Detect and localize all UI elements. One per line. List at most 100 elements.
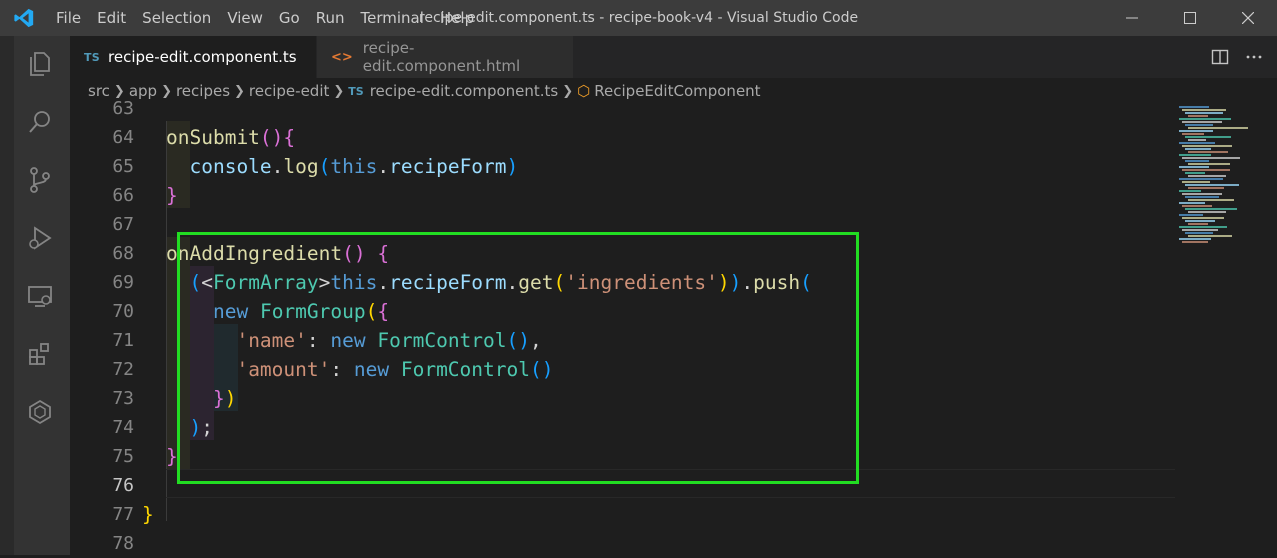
code-line-75: }: [166, 445, 178, 468]
minimap-line: [1179, 202, 1205, 204]
typescript-file-icon: TS: [348, 84, 364, 98]
minimap-line: [1185, 112, 1223, 114]
minimap-line: [1179, 238, 1211, 240]
minimize-icon: [1126, 17, 1138, 19]
minimap-line: [1182, 121, 1222, 123]
activity-bar: [0, 36, 70, 555]
chevron-right-icon: ❯: [562, 83, 574, 99]
breadcrumb-recipes[interactable]: recipes: [176, 82, 230, 100]
minimap-line: [1182, 229, 1218, 231]
minimap-line: [1182, 157, 1240, 159]
minimap-line: [1182, 133, 1204, 135]
line-number: 63: [112, 98, 134, 119]
minimap-line: [1185, 208, 1237, 210]
green-highlight-box: [177, 232, 859, 484]
line-number: 66: [112, 185, 134, 206]
search-icon[interactable]: [22, 104, 58, 140]
minimap-line: [1185, 148, 1211, 150]
minimap-line: [1188, 127, 1248, 129]
minimap-line: [1182, 193, 1222, 195]
tab-recipe-edit-html[interactable]: <> recipe-edit.component.html: [317, 36, 573, 78]
breadcrumb-recipe-edit[interactable]: recipe-edit: [249, 82, 329, 100]
minimap-line: [1188, 199, 1234, 201]
line-number: 73: [112, 388, 134, 409]
explorer-icon[interactable]: [22, 46, 58, 82]
minimap-line: [1179, 130, 1213, 132]
minimap-line: [1182, 241, 1208, 243]
maximize-icon: [1184, 12, 1196, 24]
code-line-66: }: [166, 184, 178, 207]
menu-file[interactable]: File: [48, 0, 89, 36]
minimap-line: [1188, 151, 1228, 153]
minimap-line: [1185, 136, 1231, 138]
extensions-icon[interactable]: [22, 336, 58, 372]
code-editor[interactable]: 63 64 65 66 67 68 69 70 71 72 73 74 75 7…: [70, 98, 1175, 555]
run-debug-icon[interactable]: [22, 220, 58, 256]
minimap-line: [1188, 139, 1206, 141]
line-number: 74: [112, 417, 134, 438]
minimap-line: [1188, 115, 1208, 117]
minimap-line: [1185, 172, 1205, 174]
minimap-line: [1182, 169, 1230, 171]
line-number: 77: [112, 504, 134, 525]
window-controls: [1103, 0, 1277, 36]
minimap-line: [1179, 118, 1231, 120]
close-button[interactable]: [1219, 0, 1277, 36]
maximize-button[interactable]: [1161, 0, 1219, 36]
minimap-line: [1188, 175, 1226, 177]
minimap-line: [1179, 142, 1215, 144]
angular-console-icon[interactable]: [22, 394, 58, 430]
editor-actions: [1211, 36, 1263, 78]
menu-go[interactable]: Go: [271, 0, 308, 36]
menu-terminal[interactable]: Terminal: [353, 0, 432, 36]
minimap-line: [1182, 205, 1212, 207]
line-number: 65: [112, 156, 134, 177]
minimap-line: [1179, 154, 1211, 156]
minimap[interactable]: [1175, 104, 1277, 555]
code-line-77: }: [142, 503, 154, 526]
minimap-line: [1185, 184, 1239, 186]
remote-explorer-icon[interactable]: [22, 278, 58, 314]
breadcrumb: src ❯ app ❯ recipes ❯ recipe-edit ❯ TS r…: [70, 78, 1198, 104]
tab-recipe-edit-ts[interactable]: TS recipe-edit.component.ts: [70, 36, 317, 78]
menu-selection[interactable]: Selection: [134, 0, 219, 36]
minimap-line: [1185, 220, 1215, 222]
menu-bar: File Edit Selection View Go Run Terminal…: [48, 0, 482, 36]
minimap-line: [1185, 124, 1213, 126]
minimap-line: [1188, 211, 1226, 213]
minimap-line: [1188, 223, 1208, 225]
code-line-64: onSubmit(){: [166, 126, 296, 149]
minimap-line: [1179, 190, 1201, 192]
minimap-line: [1179, 226, 1227, 228]
breadcrumb-symbol[interactable]: RecipeEditComponent: [594, 82, 760, 100]
minimap-line: [1188, 163, 1230, 165]
minimap-line: [1185, 160, 1209, 162]
class-symbol-icon: ⬡: [577, 82, 591, 100]
menu-help[interactable]: Help: [432, 0, 482, 36]
line-number: 69: [112, 272, 134, 293]
line-number-current: 76: [112, 475, 134, 496]
menu-edit[interactable]: Edit: [89, 0, 134, 36]
minimap-line: [1182, 109, 1226, 111]
typescript-file-icon: TS: [84, 50, 101, 64]
tab-label: recipe-edit.component.html: [362, 39, 521, 75]
breadcrumb-file[interactable]: recipe-edit.component.ts: [370, 82, 559, 100]
code-line-65: console.log(this.recipeForm): [189, 155, 519, 178]
line-number: 68: [112, 243, 134, 264]
menu-run[interactable]: Run: [308, 0, 353, 36]
close-icon: [1242, 12, 1254, 24]
chevron-right-icon: ❯: [161, 83, 172, 99]
split-editor-icon[interactable]: [1211, 48, 1229, 66]
more-actions-icon[interactable]: [1245, 48, 1263, 66]
menu-view[interactable]: View: [219, 0, 271, 36]
source-control-icon[interactable]: [22, 162, 58, 198]
minimap-line: [1179, 166, 1209, 168]
minimap-line: [1188, 187, 1224, 189]
minimap-line: [1185, 196, 1219, 198]
line-number: 72: [112, 359, 134, 380]
line-number: 71: [112, 330, 134, 351]
minimap-line: [1182, 145, 1232, 147]
vscode-logo-icon: [0, 0, 48, 36]
line-number: 70: [112, 301, 134, 322]
minimize-button[interactable]: [1103, 0, 1161, 36]
